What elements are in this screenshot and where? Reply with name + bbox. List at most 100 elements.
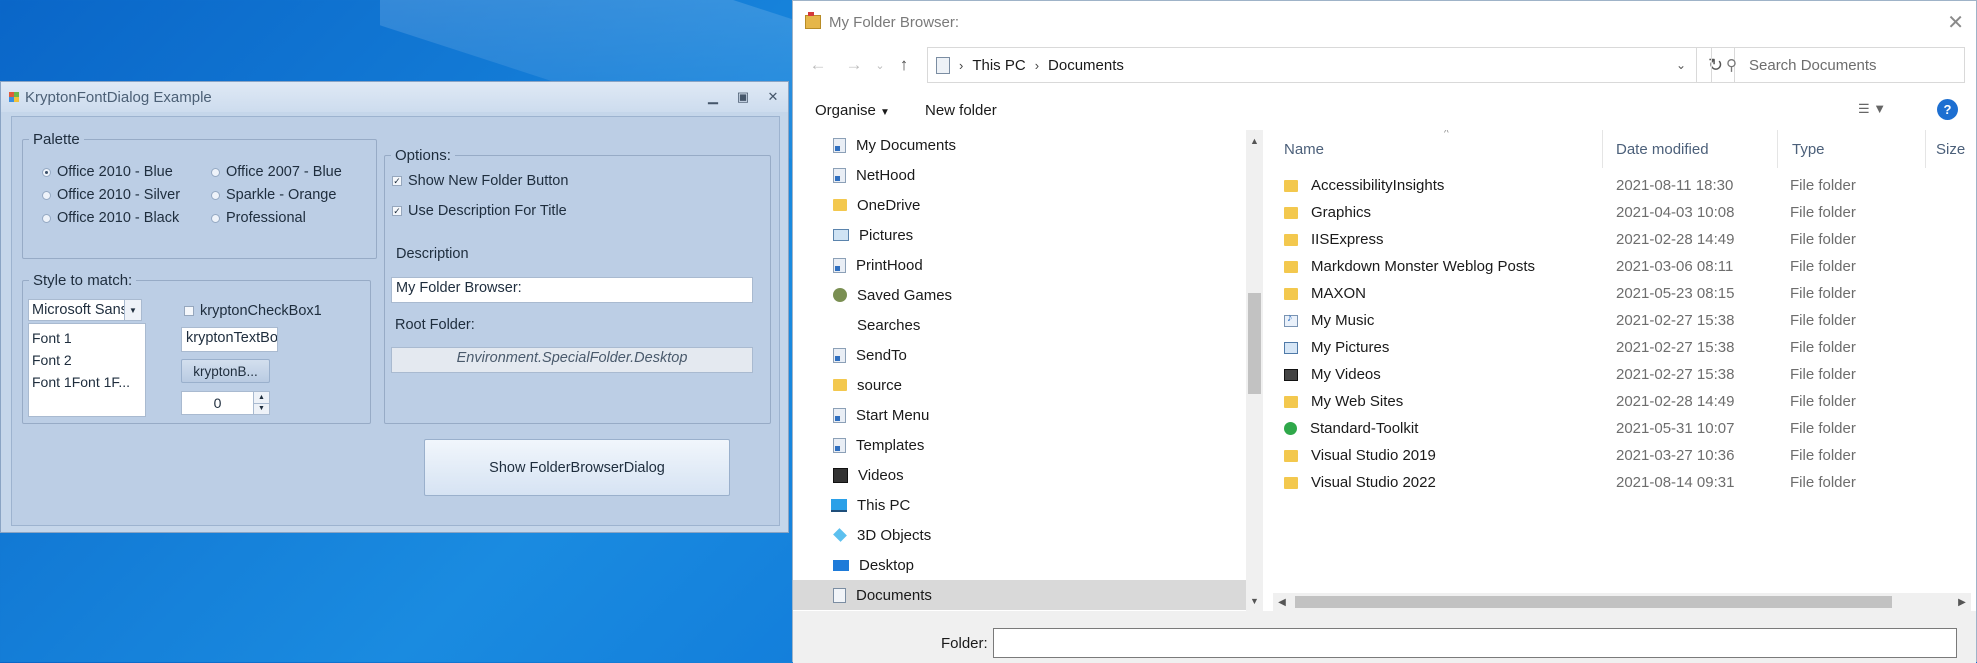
maximize-button[interactable]: ▣ — [728, 89, 758, 105]
search-box[interactable]: ⚲ Search Documents — [1711, 47, 1965, 83]
breadcrumb-documents[interactable]: Documents — [1048, 57, 1124, 74]
table-row[interactable]: My Videos 2021-02-27 15:38 File folder — [1268, 361, 1977, 388]
show-new-folder-checkbox[interactable]: ✓ Show New Folder Button — [392, 173, 568, 189]
address-bar[interactable]: › This PC › Documents ⌄ — [927, 47, 1697, 83]
font-listbox[interactable]: Font 1 Font 2 Font 1Font 1F... — [28, 323, 146, 417]
table-row[interactable]: Markdown Monster Weblog Posts 2021-03-06 … — [1268, 253, 1977, 280]
krypton-client-area: Palette Office 2010 - Blue Office 2010 -… — [11, 116, 780, 526]
tree-item-source[interactable]: source — [833, 370, 1233, 400]
shortcut-icon — [833, 437, 846, 453]
numeric-spinner[interactable]: 0 ▲ ▼ — [181, 391, 270, 415]
table-row[interactable]: My Music 2021-02-27 15:38 File folder — [1268, 307, 1977, 334]
this-pc-icon — [831, 498, 847, 512]
organise-button[interactable]: Organise ▼ — [815, 102, 890, 119]
tree-item-documents[interactable]: Documents — [793, 580, 1246, 610]
window-titlebar[interactable]: KryptonFontDialog Example ▁ ▣ ✕ — [1, 82, 788, 112]
radio-professional[interactable]: Professional — [211, 210, 306, 226]
new-folder-button[interactable]: New folder — [925, 102, 997, 119]
chevron-down-icon[interactable]: ▼ — [124, 300, 141, 320]
back-arrow-icon[interactable]: ← — [805, 47, 831, 83]
tree-item-nethood[interactable]: NetHood — [833, 160, 1233, 190]
tree-item-my-documents[interactable]: My Documents — [833, 130, 1233, 160]
tree-item-sendto[interactable]: SendTo — [833, 340, 1233, 370]
scroll-down-icon[interactable]: ▼ — [1246, 592, 1263, 609]
scrollbar-thumb[interactable] — [1295, 596, 1892, 608]
table-row[interactable]: IISExpress 2021-02-28 14:49 File folder — [1268, 226, 1977, 253]
radio-office-2007-blue[interactable]: Office 2007 - Blue — [211, 164, 342, 180]
table-row[interactable]: Visual Studio 2022 2021-08-14 09:31 File f… — [1268, 469, 1977, 496]
tree-item-videos[interactable]: Videos — [833, 460, 1233, 490]
radio-office-2010-blue[interactable]: Office 2010 - Blue — [42, 164, 173, 180]
close-icon[interactable]: ✕ — [1947, 10, 1964, 35]
view-options-icon[interactable]: ☰ ▼ — [1858, 101, 1886, 117]
show-folder-browser-button[interactable]: Show FolderBrowserDialog — [424, 439, 730, 496]
help-icon[interactable]: ? — [1937, 99, 1958, 120]
table-row[interactable]: Graphics 2021-04-03 10:08 File folder — [1268, 199, 1977, 226]
table-row[interactable]: Standard-Toolkit 2021-05-31 10:07 File fol… — [1268, 415, 1977, 442]
radio-dot — [42, 213, 51, 223]
chevron-down-icon[interactable]: ⌄ — [1666, 58, 1696, 72]
breadcrumb-this-pc[interactable]: This PC — [972, 57, 1025, 74]
column-header-size[interactable]: Size — [1920, 130, 1977, 168]
tree-item-3d-objects[interactable]: 3D Objects — [833, 520, 1233, 550]
up-arrow-icon[interactable]: ↑ — [891, 47, 917, 83]
radio-label: Office 2010 - Black — [57, 210, 180, 226]
tree-item-desktop[interactable]: Desktop — [833, 550, 1233, 580]
folder-label: Folder: — [941, 635, 988, 652]
scroll-up-icon[interactable]: ▲ — [1246, 132, 1263, 149]
chevron-right-icon[interactable]: › — [1035, 58, 1039, 73]
table-row[interactable]: AccessibilityInsights 2021-08-11 18:30 Fil… — [1268, 172, 1977, 199]
list-item[interactable]: Font 1Font 1F... — [32, 371, 142, 393]
krypton-textbox[interactable]: kryptonTextBox1 — [181, 327, 278, 352]
list-horizontal-scrollbar[interactable]: ◀ ▶ — [1273, 593, 1971, 611]
use-description-checkbox[interactable]: ✓ Use Description For Title — [392, 203, 567, 219]
music-icon — [1284, 312, 1298, 327]
navigation-tree[interactable]: My Documents NetHood OneDrive Pictures P… — [793, 130, 1246, 611]
radio-sparkle-orange[interactable]: Sparkle - Orange — [211, 187, 336, 203]
scroll-left-icon[interactable]: ◀ — [1273, 593, 1291, 611]
tree-item-pictures[interactable]: Pictures — [833, 220, 1233, 250]
table-row[interactable]: MAXON 2021-05-23 08:15 File folder — [1268, 280, 1977, 307]
list-item[interactable]: Font 2 — [32, 349, 142, 371]
table-row[interactable]: My Web Sites 2021-02-28 14:49 File folder — [1268, 388, 1977, 415]
tree-item-searches[interactable]: Searches — [833, 310, 1233, 340]
table-row[interactable]: My Pictures 2021-02-27 15:38 File folder — [1268, 334, 1977, 361]
description-input[interactable]: My Folder Browser: — [391, 277, 753, 303]
tree-item-saved-games[interactable]: Saved Games — [833, 280, 1233, 310]
folder-icon — [1284, 395, 1298, 408]
krypton-checkbox[interactable]: kryptonCheckBox1 — [184, 303, 322, 319]
column-header-date-modified[interactable]: Date modified — [1600, 130, 1778, 168]
tree-item-printhood[interactable]: PrintHood — [833, 250, 1233, 280]
column-header-type[interactable]: Type — [1776, 130, 1926, 168]
forward-arrow-icon[interactable]: → — [841, 47, 867, 83]
radio-office-2010-silver[interactable]: Office 2010 - Silver — [42, 187, 180, 203]
tree-item-this-pc[interactable]: This PC — [831, 490, 1233, 520]
tree-item-onedrive[interactable]: OneDrive — [833, 190, 1233, 220]
scroll-right-icon[interactable]: ▶ — [1953, 593, 1971, 611]
row-date: 2021-02-27 15:38 — [1616, 339, 1735, 356]
checkbox-label: Show New Folder Button — [408, 173, 569, 189]
root-folder-input[interactable]: Environment.SpecialFolder.Desktop — [391, 347, 753, 373]
folder-input[interactable] — [993, 628, 1957, 658]
column-header-name[interactable]: Name — [1268, 130, 1603, 168]
chevron-right-icon[interactable]: › — [959, 58, 963, 73]
tree-item-templates[interactable]: Templates — [833, 430, 1233, 460]
row-name: My Pictures — [1311, 339, 1390, 356]
krypton-button[interactable]: kryptonB... — [181, 359, 270, 383]
font-combo[interactable]: Microsoft Sans Se ▼ — [28, 299, 142, 321]
close-button[interactable]: ✕ — [758, 89, 788, 105]
tree-item-start-menu[interactable]: Start Menu — [833, 400, 1233, 430]
spin-up-icon[interactable]: ▲ — [254, 392, 269, 403]
organise-label: Organise — [815, 102, 876, 119]
table-row[interactable]: Visual Studio 2019 2021-03-27 10:36 File f… — [1268, 442, 1977, 469]
radio-office-2010-black[interactable]: Office 2010 - Black — [42, 210, 179, 226]
list-item[interactable]: Font 1 — [32, 327, 142, 349]
scrollbar-thumb[interactable] — [1248, 293, 1261, 394]
file-list[interactable]: ^ Name Date modified Type Size Accessibi… — [1268, 130, 1977, 611]
recent-chevron-icon[interactable]: ⌄ — [867, 47, 893, 83]
spin-down-icon[interactable]: ▼ — [254, 402, 269, 414]
row-type: File folder — [1790, 177, 1856, 194]
dialog-titlebar[interactable]: My Folder Browser: ✕ — [793, 1, 1976, 43]
minimize-button[interactable]: ▁ — [698, 89, 728, 105]
tree-vertical-scrollbar[interactable]: ▲ ▼ — [1246, 130, 1263, 611]
